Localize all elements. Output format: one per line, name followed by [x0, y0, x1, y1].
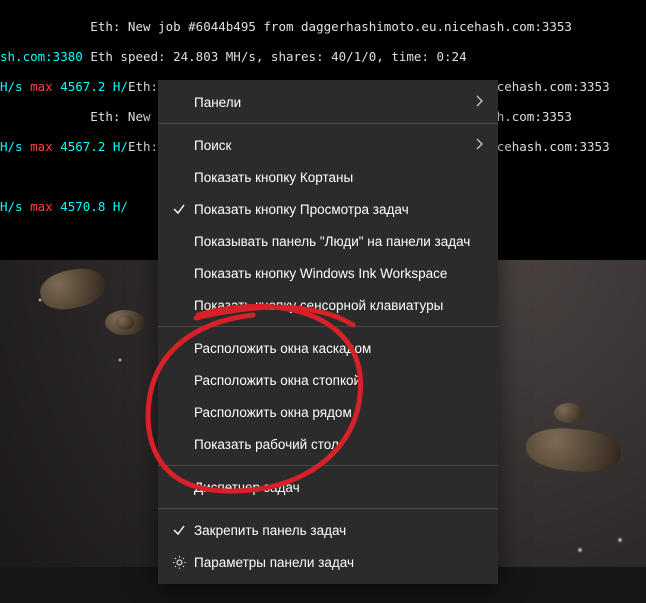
menu-cortana[interactable]: Показать кнопку Кортаны — [158, 161, 498, 193]
chevron-right-icon — [476, 138, 484, 153]
menu-taskbar-settings[interactable]: Параметры панели задач — [158, 546, 498, 578]
menu-separator — [158, 326, 498, 327]
wallpaper-rock — [37, 264, 108, 315]
menu-touch-keyboard[interactable]: Показать кнопку сенсорной клавиатуры — [158, 289, 498, 321]
gear-icon — [168, 555, 190, 570]
menu-panels[interactable]: Панели — [158, 86, 498, 118]
menu-label: Показать кнопку Кортаны — [190, 170, 484, 185]
menu-label: Диспетчер задач — [190, 480, 484, 495]
menu-lock-taskbar[interactable]: Закрепить панель задач — [158, 514, 498, 546]
menu-show-desktop[interactable]: Показать рабочий стол — [158, 428, 498, 460]
menu-task-manager[interactable]: Диспетчер задач — [158, 471, 498, 503]
menu-search[interactable]: Поиск — [158, 129, 498, 161]
wallpaper-rock — [116, 315, 134, 330]
menu-label: Поиск — [190, 138, 476, 153]
menu-label: Расположить окна каскадом — [190, 341, 484, 356]
menu-label: Показать рабочий стол — [190, 437, 484, 452]
menu-stacked[interactable]: Расположить окна стопкой — [158, 364, 498, 396]
menu-label: Показать кнопку Просмотра задач — [190, 202, 484, 217]
menu-ink[interactable]: Показать кнопку Windows Ink Workspace — [158, 257, 498, 289]
wallpaper-rock — [554, 403, 584, 423]
check-icon — [168, 202, 190, 216]
chevron-right-icon — [476, 95, 484, 110]
taskbar-context-menu: Панели Поиск Показать кнопку Кортаны Пок… — [158, 80, 498, 584]
wallpaper-rock — [524, 425, 622, 475]
menu-label: Параметры панели задач — [190, 555, 484, 570]
menu-label: Показать кнопку сенсорной клавиатуры — [190, 298, 484, 313]
menu-separator — [158, 465, 498, 466]
menu-label: Показывать панель "Люди" на панели задач — [190, 234, 484, 249]
menu-label: Панели — [190, 95, 476, 110]
menu-separator — [158, 508, 498, 509]
check-icon — [168, 523, 190, 537]
menu-cascade[interactable]: Расположить окна каскадом — [158, 332, 498, 364]
menu-separator — [158, 123, 498, 124]
menu-label: Закрепить панель задач — [190, 523, 484, 538]
menu-people[interactable]: Показывать панель "Люди" на панели задач — [158, 225, 498, 257]
menu-taskview[interactable]: Показать кнопку Просмотра задач — [158, 193, 498, 225]
menu-side-by-side[interactable]: Расположить окна рядом — [158, 396, 498, 428]
menu-label: Расположить окна рядом — [190, 405, 484, 420]
menu-label: Показать кнопку Windows Ink Workspace — [190, 266, 484, 281]
menu-label: Расположить окна стопкой — [190, 373, 484, 388]
